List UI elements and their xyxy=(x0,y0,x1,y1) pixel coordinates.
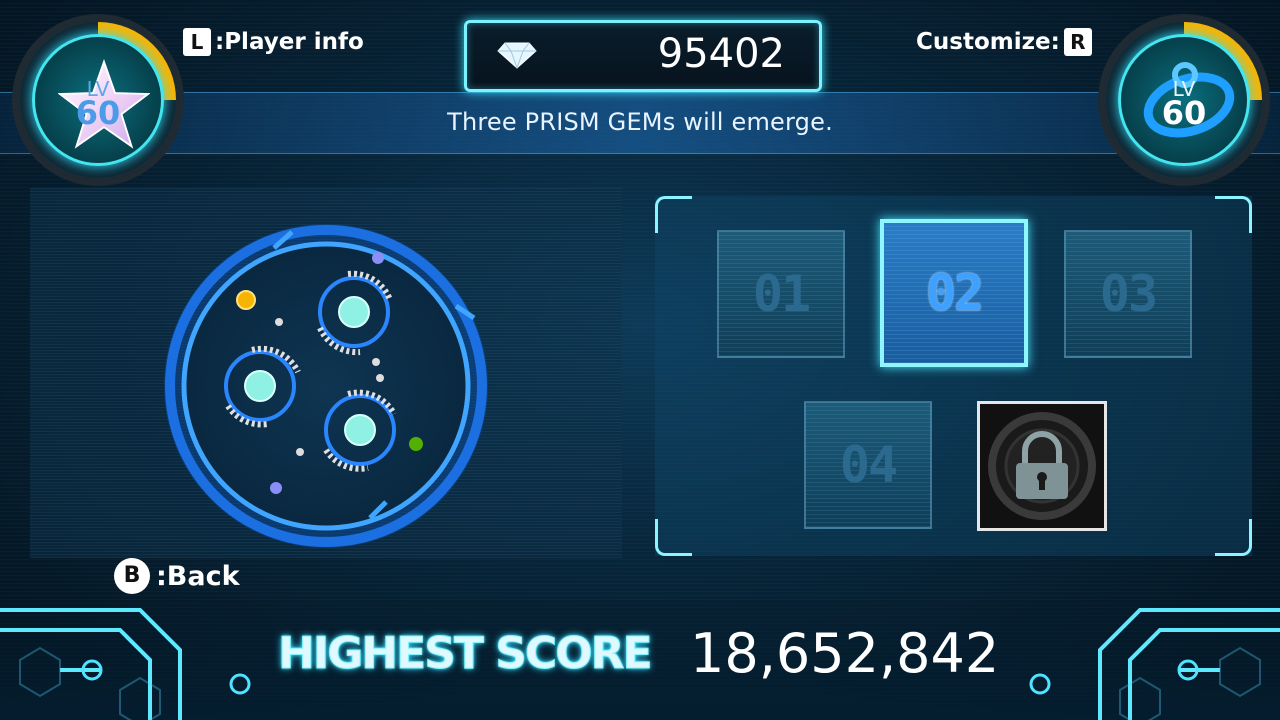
gem-counter: 95402 xyxy=(464,20,822,92)
stage-tile-label: 04 xyxy=(839,436,898,494)
panel-corner xyxy=(655,196,692,233)
panel-corner xyxy=(655,519,692,556)
player-level-badge[interactable]: LV 60 xyxy=(12,14,184,186)
stage-tile-03[interactable]: 03 xyxy=(1064,230,1192,358)
padlock-icon xyxy=(988,412,1096,520)
customize-label: Customize: xyxy=(916,29,1060,55)
stage-select-panel: 01 02 03 04 xyxy=(655,196,1252,556)
customize-hint[interactable]: Customize: R xyxy=(916,28,1092,56)
back-label: :Back xyxy=(156,560,240,592)
panel-corner xyxy=(1215,519,1252,556)
stage-tile-label: 02 xyxy=(925,264,984,322)
player-info-label: :Player info xyxy=(215,29,364,55)
highest-score-value: 18,652,842 xyxy=(690,622,1000,685)
player-info-hint[interactable]: L :Player info xyxy=(183,28,364,56)
stage-tile-locked[interactable] xyxy=(977,401,1107,531)
r-button-icon: R xyxy=(1063,28,1092,56)
gem-count-value: 95402 xyxy=(657,31,785,77)
stage-layout-preview xyxy=(164,224,488,548)
diamond-icon xyxy=(497,42,537,69)
b-button-icon: B xyxy=(114,558,150,594)
stage-preview-panel xyxy=(30,188,622,558)
l-button-icon: L xyxy=(183,28,211,56)
highest-score-label: HIGHEST SCORE xyxy=(278,628,654,680)
player-lv-value: 60 xyxy=(75,94,121,132)
player-level-core: LV 60 xyxy=(32,34,164,166)
stage-tile-04[interactable]: 04 xyxy=(804,401,932,529)
stage-tile-02[interactable]: 02 xyxy=(880,219,1028,367)
stage-tile-label: 01 xyxy=(752,265,811,323)
partner-lv-value: 60 xyxy=(1161,94,1207,132)
stage-tile-01[interactable]: 01 xyxy=(717,230,845,358)
stage-tile-label: 03 xyxy=(1099,265,1158,323)
panel-corner xyxy=(1215,196,1252,233)
stage-hint-text: Three PRISM GEMs will emerge. xyxy=(447,108,833,136)
partner-level-core: LV 60 xyxy=(1118,34,1250,166)
back-button[interactable]: B :Back xyxy=(114,558,240,594)
partner-level-badge[interactable]: LV 60 xyxy=(1098,14,1270,186)
